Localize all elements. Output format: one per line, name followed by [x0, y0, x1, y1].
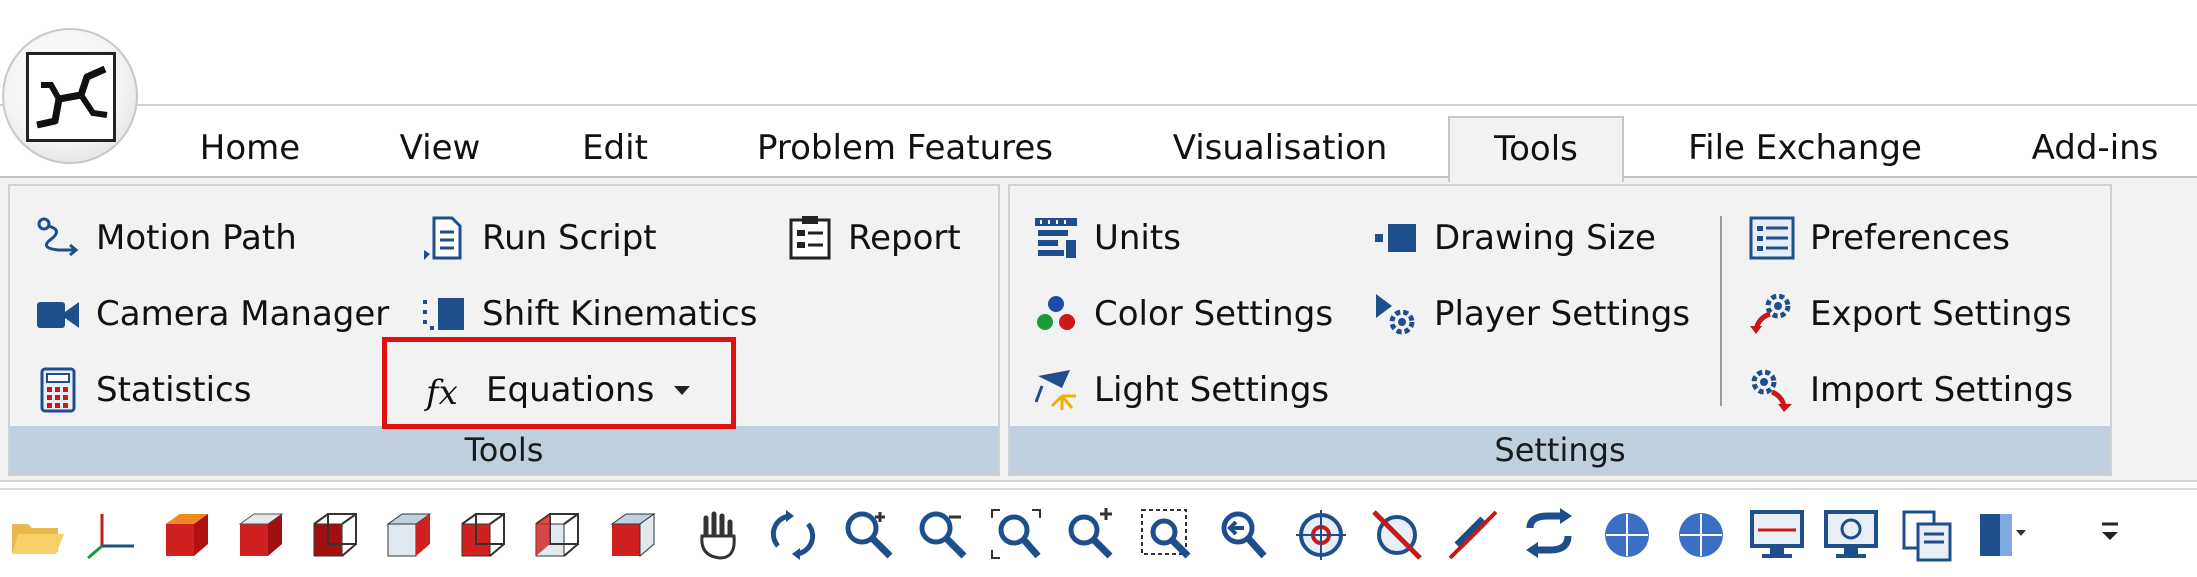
equations-highlight-box	[382, 337, 736, 429]
color-settings-label: Color Settings	[1094, 294, 1334, 334]
cube-back-icon[interactable]	[454, 506, 512, 564]
tab-home[interactable]: Home	[180, 116, 320, 180]
light-settings-label: Light Settings	[1094, 370, 1330, 410]
color-settings-button[interactable]: Color Settings	[1032, 286, 1333, 342]
zoom-out-icon[interactable]	[914, 506, 972, 564]
zoom-fit-icon[interactable]	[988, 506, 1046, 564]
zoom-back-icon[interactable]	[1214, 506, 1272, 564]
cube-top-icon[interactable]	[306, 506, 364, 564]
camera-manager-label: Camera Manager	[96, 294, 390, 334]
drawing-size-icon	[1375, 224, 1416, 252]
camera-manager-button[interactable]: Camera Manager	[34, 286, 389, 342]
report-icon	[789, 216, 831, 260]
ribbon-panel: Motion Path Run Script Report Camera Man…	[0, 176, 2197, 482]
preferences-button[interactable]: Preferences	[1748, 210, 2010, 266]
logo-figure-icon	[26, 52, 116, 142]
tools-group-label: Tools	[10, 426, 998, 474]
statistics-label: Statistics	[96, 370, 252, 410]
report-label: Report	[848, 218, 961, 258]
axes-icon[interactable]	[82, 506, 140, 564]
light-settings-button[interactable]: Light Settings	[1032, 362, 1329, 418]
player-settings-icon	[1376, 294, 1415, 335]
settings-group-label: Settings	[1010, 426, 2110, 474]
player-settings-button[interactable]: Player Settings	[1372, 286, 1690, 342]
units-icon	[1035, 218, 1077, 258]
preferences-label: Preferences	[1810, 218, 2010, 258]
view-toolbar	[0, 488, 2197, 577]
motion-path-button[interactable]: Motion Path	[34, 210, 297, 266]
tab-view[interactable]: View	[380, 116, 500, 180]
import-settings-button[interactable]: Import Settings	[1748, 362, 2073, 418]
copy-picture-icon[interactable]	[1898, 506, 1956, 564]
export-settings-icon	[1750, 293, 1791, 334]
drawing-size-label: Drawing Size	[1434, 218, 1656, 258]
zoom-plus-icon[interactable]	[1062, 506, 1120, 564]
cube-solid-icon[interactable]	[158, 506, 216, 564]
overflow-icon[interactable]	[2080, 506, 2138, 564]
run-script-button[interactable]: Run Script	[420, 210, 657, 266]
rotate-icon[interactable]	[764, 506, 822, 564]
statistics-button[interactable]: Statistics	[34, 362, 251, 418]
settings-group: Units Drawing Size Preferences Color Set…	[1008, 184, 2112, 476]
zoom-window-icon[interactable]	[1138, 506, 1196, 564]
shift-kinematics-button[interactable]: Shift Kinematics	[420, 286, 757, 342]
monitor-icon[interactable]	[1748, 506, 1806, 564]
sphere-down-icon[interactable]	[1672, 506, 1730, 564]
tools-group: Motion Path Run Script Report Camera Man…	[8, 184, 1000, 476]
tab-tools[interactable]: Tools	[1448, 116, 1624, 182]
cube-front-icon[interactable]	[232, 506, 290, 564]
open-folder-icon[interactable]	[8, 506, 66, 564]
tab-visualisation[interactable]: Visualisation	[1150, 116, 1410, 180]
no-target-icon[interactable]	[1368, 506, 1426, 564]
report-button[interactable]: Report	[786, 210, 961, 266]
import-settings-label: Import Settings	[1810, 370, 2074, 410]
player-settings-label: Player Settings	[1434, 294, 1691, 334]
light-settings-icon	[1034, 370, 1076, 410]
shift-kinematics-icon	[423, 298, 464, 330]
settings-divider	[1720, 216, 1722, 406]
cube-side-icon[interactable]	[380, 506, 438, 564]
units-button[interactable]: Units	[1032, 210, 1181, 266]
import-settings-icon	[1751, 369, 1792, 412]
export-settings-label: Export Settings	[1810, 294, 2072, 334]
zoom-in-icon[interactable]	[840, 506, 898, 564]
hand-pan-icon[interactable]	[690, 506, 748, 564]
no-link-icon[interactable]	[1444, 506, 1502, 564]
app-logo[interactable]	[2, 28, 138, 164]
shift-kinematics-label: Shift Kinematics	[482, 294, 758, 334]
export-settings-button[interactable]: Export Settings	[1748, 286, 2072, 342]
sphere-up-icon[interactable]	[1598, 506, 1656, 564]
motion-path-icon	[37, 217, 79, 257]
cylinder-icon[interactable]	[1972, 506, 2030, 564]
ribbon-tab-strip: Home View Edit Problem Features Visualis…	[0, 104, 2197, 182]
target-icon[interactable]	[1292, 506, 1350, 564]
monitor-settings-icon[interactable]	[1822, 506, 1880, 564]
units-label: Units	[1094, 218, 1181, 258]
camera-icon	[37, 302, 79, 328]
loop-icon[interactable]	[1520, 506, 1578, 564]
tab-add-ins[interactable]: Add-ins	[2010, 116, 2180, 180]
color-dots-icon	[1037, 296, 1075, 330]
tab-edit[interactable]: Edit	[560, 116, 670, 180]
motion-path-label: Motion Path	[96, 218, 297, 258]
tab-file-exchange[interactable]: File Exchange	[1670, 116, 1940, 180]
tab-problem-features[interactable]: Problem Features	[740, 116, 1070, 180]
cube-bottom-icon[interactable]	[604, 506, 662, 564]
preferences-icon	[1749, 216, 1795, 260]
calculator-icon	[40, 367, 76, 413]
run-script-label: Run Script	[482, 218, 657, 258]
run-script-icon	[424, 216, 462, 260]
cube-left-icon[interactable]	[528, 506, 586, 564]
drawing-size-button[interactable]: Drawing Size	[1372, 210, 1656, 266]
